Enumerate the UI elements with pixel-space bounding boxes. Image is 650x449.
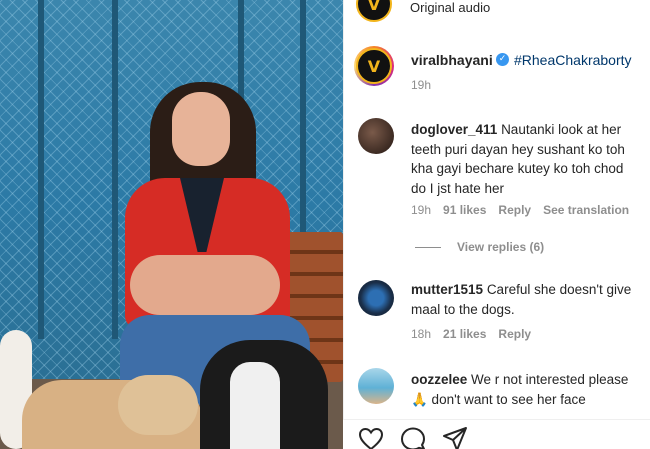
caption-username[interactable]: viralbhayani — [411, 52, 493, 68]
audio-label[interactable]: Original audio — [410, 0, 490, 15]
caption-hashtag[interactable]: #RheaChakraborty — [514, 52, 632, 68]
post-media[interactable] — [0, 0, 343, 449]
comment-username[interactable]: oozzelee — [411, 372, 467, 387]
caption-time: 19h — [411, 78, 432, 92]
caption-avatar[interactable]: V — [356, 48, 392, 84]
comment-likes[interactable]: 91 likes — [443, 203, 486, 217]
share-icon[interactable] — [442, 426, 468, 449]
comment-username[interactable]: mutter1515 — [411, 282, 483, 297]
heart-icon[interactable] — [358, 426, 384, 449]
person-face — [172, 92, 230, 166]
v-logo-icon: V — [356, 0, 392, 22]
v-logo-icon: V — [367, 56, 381, 76]
reply-button[interactable]: Reply — [498, 203, 531, 217]
comment-username[interactable]: doglover_411 — [411, 122, 497, 137]
fence-post — [38, 0, 44, 339]
fence-post — [112, 0, 118, 339]
comment-avatar[interactable] — [358, 280, 394, 316]
comment-icon[interactable] — [400, 426, 426, 449]
action-bar — [343, 419, 650, 449]
comment-time: 18h — [411, 327, 432, 341]
see-translation-button[interactable]: See translation — [543, 203, 629, 217]
comment-avatar[interactable] — [358, 368, 394, 404]
replies-divider — [415, 246, 441, 248]
comment-3: oozzelee We r not interested please 🙏 do… — [411, 370, 639, 409]
comment-2: mutter1515 Careful she doesn't give maal… — [411, 280, 639, 319]
comment-time: 19h — [411, 203, 432, 217]
comment-1-meta: 19h 91 likes Reply See translation — [411, 203, 629, 217]
person-arms — [130, 255, 280, 315]
comment-likes[interactable]: 21 likes — [443, 327, 486, 341]
view-replies-label: View replies (6) — [457, 240, 545, 254]
reply-button[interactable]: Reply — [498, 327, 531, 341]
comment-1: doglover_411 Nautanki look at her teeth … — [411, 120, 639, 198]
comment-2-meta: 18h 21 likes Reply — [411, 327, 531, 341]
view-replies-button[interactable]: View replies (6) — [415, 240, 544, 254]
header-avatar[interactable]: V — [356, 0, 392, 22]
verified-badge-icon: ✓ — [496, 53, 509, 66]
tan-dog-head — [118, 375, 198, 435]
black-dog-white-patch — [230, 362, 280, 449]
comment-avatar[interactable] — [358, 118, 394, 154]
